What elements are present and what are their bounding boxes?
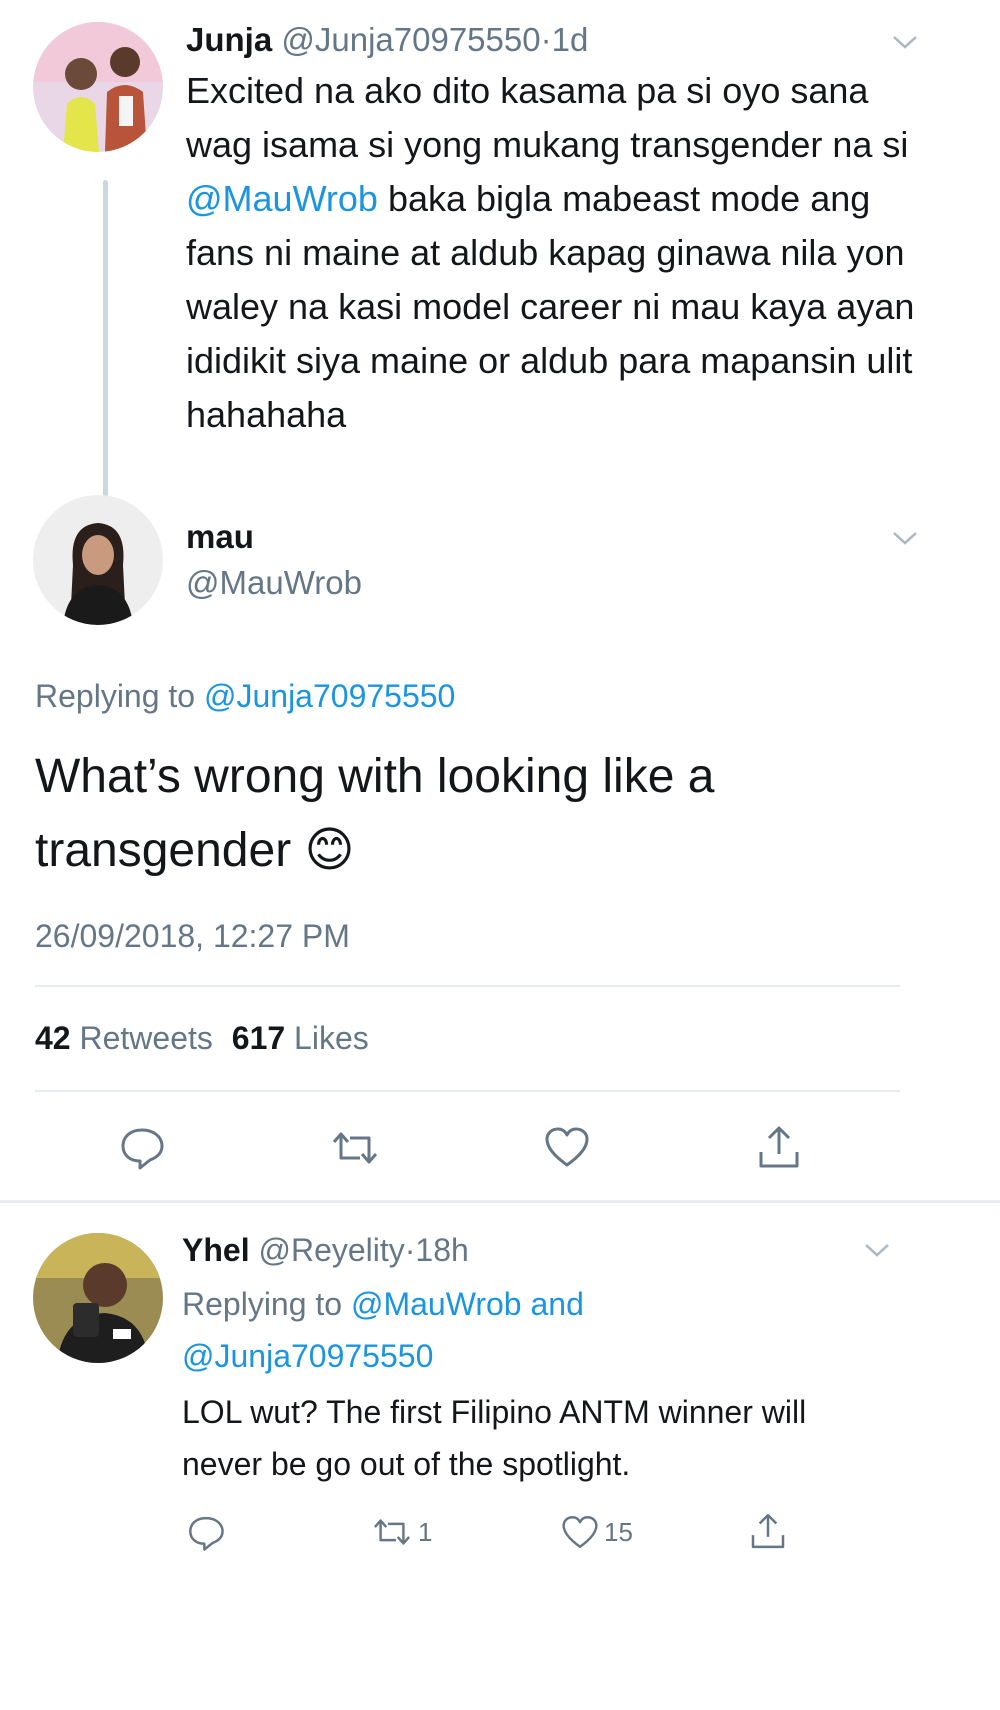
replying-handle-link[interactable]: @Junja70975550: [204, 678, 455, 714]
replying-label: Replying to: [182, 1286, 343, 1322]
share-icon: [751, 1513, 785, 1549]
tweet-header: Yhel @Reyelity·18h: [182, 1230, 469, 1270]
main-tweet-text: What’s wrong with looking like a transge…: [35, 740, 835, 888]
mention-link[interactable]: @MauWrob: [186, 178, 378, 219]
like-button[interactable]: [543, 1125, 591, 1169]
author-handle[interactable]: @Junja70975550: [281, 21, 540, 58]
share-button[interactable]: [748, 1510, 788, 1552]
replying-to-line: Replying to @Junja70975550: [35, 678, 455, 715]
tweet-time[interactable]: 18h: [415, 1232, 468, 1268]
retweet-icon: [373, 1519, 411, 1545]
avatar-junja[interactable]: [33, 22, 163, 152]
share-icon: [759, 1126, 799, 1168]
dot-separator: ·: [404, 1232, 416, 1268]
likes-count: 617: [231, 1020, 286, 1056]
author-name[interactable]: Junja: [186, 21, 272, 58]
like-count: 15: [604, 1516, 633, 1547]
author-name[interactable]: Yhel: [182, 1232, 250, 1268]
retweet-button[interactable]: 1: [370, 1515, 432, 1549]
author-handle[interactable]: @Reyelity: [258, 1232, 404, 1268]
likes-label: Likes: [294, 1020, 369, 1056]
reply-button[interactable]: [118, 1125, 166, 1171]
avatar-yhel[interactable]: [33, 1233, 163, 1363]
retweets-label: Retweets: [79, 1020, 213, 1056]
author-name[interactable]: mau: [186, 518, 254, 556]
main-tweet-body: What’s wrong with looking like a transge…: [35, 750, 715, 877]
retweet-button[interactable]: [328, 1128, 382, 1168]
retweet-count: 1: [418, 1516, 433, 1547]
likes-stat[interactable]: 617 Likes: [232, 1020, 369, 1056]
chevron-down-icon[interactable]: [862, 1240, 892, 1265]
retweet-icon: [332, 1132, 378, 1164]
tweet-timestamp[interactable]: 26/09/2018, 12:27 PM: [35, 918, 350, 955]
chevron-down-icon[interactable]: [890, 528, 920, 553]
heart-icon: [562, 1516, 598, 1548]
thread-connector-line: [103, 180, 108, 535]
tweet-header: Junja @Junja70975550·1d: [186, 20, 588, 60]
reply-button[interactable]: [186, 1514, 226, 1552]
divider: [0, 1200, 1000, 1203]
reply-icon: [189, 1516, 224, 1551]
heart-icon: [545, 1127, 589, 1167]
engagement-stats: 42 Retweets 617 Likes: [35, 1020, 369, 1057]
reply-tweet-text: LOL wut? The first Filipino ANTM winner …: [182, 1394, 807, 1482]
divider: [35, 1090, 900, 1092]
divider: [35, 985, 900, 987]
replying-label: Replying to: [35, 678, 196, 714]
avatar-mau[interactable]: [33, 495, 163, 625]
tweet-time[interactable]: 1d: [552, 21, 589, 58]
replying-to-line: Replying to @MauWrob and @Junja70975550: [182, 1278, 702, 1382]
tweet-text: Excited na ako dito kasama pa si oyo san…: [186, 64, 916, 442]
author-handle[interactable]: @MauWrob: [186, 564, 362, 602]
dot-separator: ·: [540, 21, 552, 58]
retweets-count: 42: [35, 1020, 71, 1056]
share-button[interactable]: [755, 1122, 803, 1172]
retweets-stat[interactable]: 42 Retweets: [35, 1020, 222, 1056]
smiling-face-emoji: 😊: [304, 824, 355, 877]
tweet-text-part: Excited na ako dito kasama pa si oyo san…: [186, 70, 909, 165]
chevron-down-icon[interactable]: [890, 32, 920, 57]
like-button[interactable]: 15: [560, 1514, 633, 1550]
reply-icon: [121, 1128, 164, 1170]
